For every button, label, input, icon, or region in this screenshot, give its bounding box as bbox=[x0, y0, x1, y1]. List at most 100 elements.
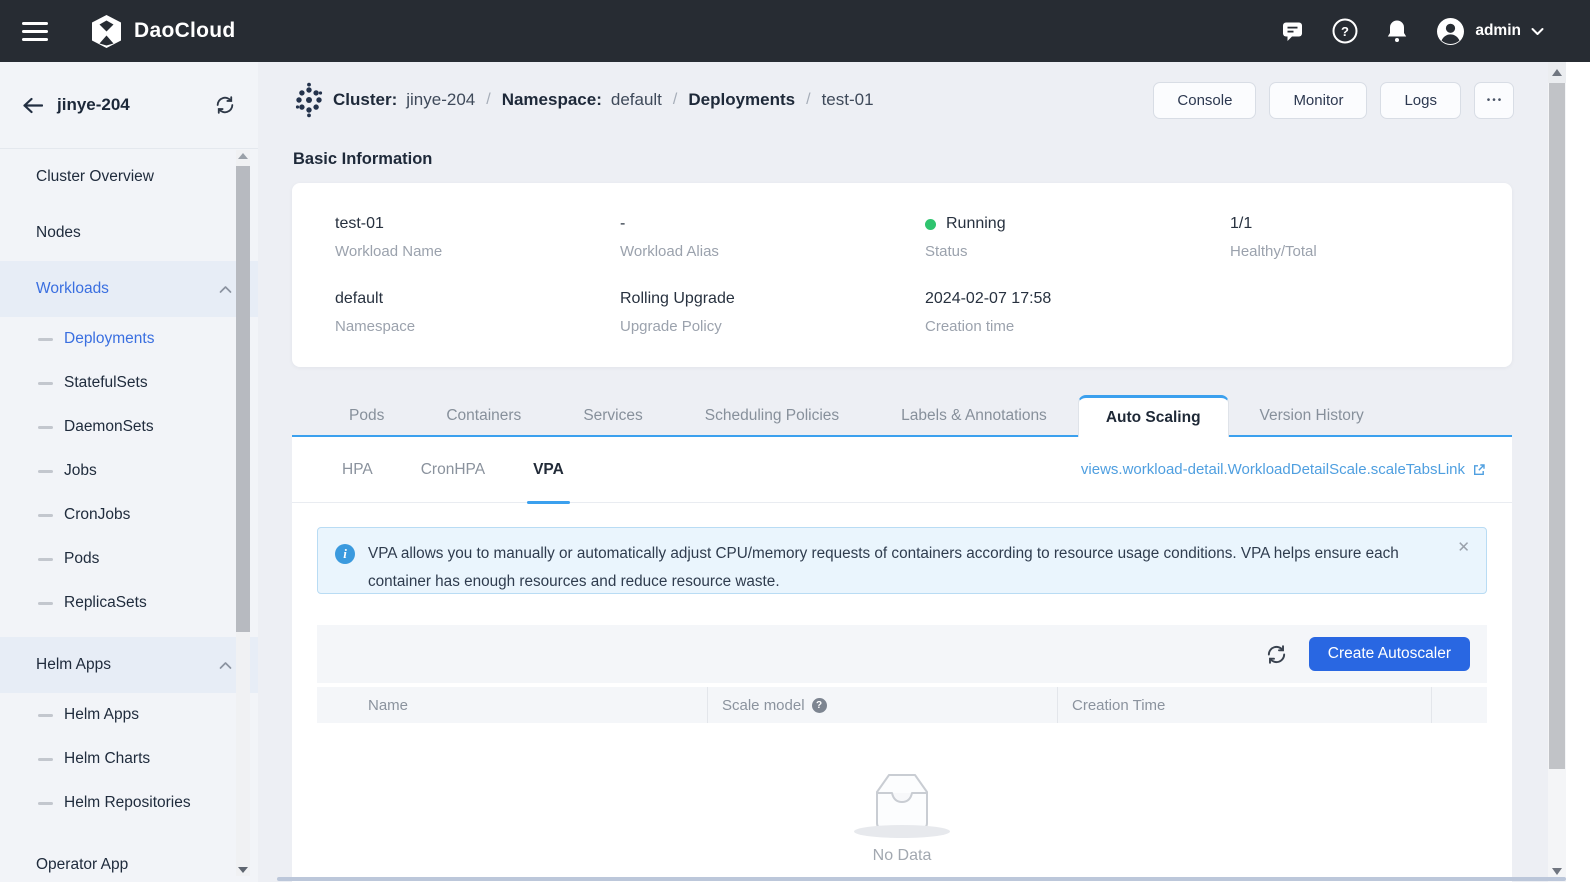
sidebar-item-label: Operator App bbox=[36, 856, 128, 874]
field-label: Status bbox=[925, 243, 1230, 260]
brand-name: DaoCloud bbox=[134, 19, 236, 43]
sidebar-scrollbar[interactable] bbox=[236, 150, 250, 876]
sidebar-item-label: DaemonSets bbox=[64, 418, 154, 436]
breadcrumb-part[interactable]: jinye-204 bbox=[406, 90, 475, 110]
sidebar-item[interactable]: Pods bbox=[0, 537, 258, 581]
basic-info-field: test-01 Workload Name bbox=[335, 214, 620, 289]
field-label: Creation time bbox=[925, 318, 1230, 335]
notifications-bell-icon[interactable] bbox=[1385, 18, 1409, 44]
sidebar-item[interactable]: Workloads bbox=[0, 261, 258, 317]
sidebar-item[interactable]: Jobs bbox=[0, 449, 258, 493]
scroll-up-arrow-icon[interactable] bbox=[1548, 62, 1566, 83]
vpa-info-alert: i VPA allows you to manually or automati… bbox=[317, 527, 1487, 594]
main-vertical-scrollbar[interactable] bbox=[1548, 62, 1566, 882]
empty-state: No Data bbox=[292, 770, 1512, 865]
detail-tab[interactable]: Auto Scaling bbox=[1078, 395, 1229, 437]
basic-info-field: 1/1 Healthy/Total bbox=[1230, 214, 1512, 289]
sidebar-item[interactable]: Helm Apps bbox=[0, 693, 258, 737]
sidebar-item-label: Helm Apps bbox=[64, 706, 139, 724]
info-icon: i bbox=[335, 544, 355, 564]
dash-icon bbox=[38, 558, 53, 561]
field-value: Rolling Upgrade bbox=[620, 289, 925, 309]
breadcrumb-part: / bbox=[673, 91, 677, 109]
main-horizontal-scrollbar[interactable] bbox=[258, 877, 1566, 882]
sidebar-item[interactable]: Helm Repositories bbox=[0, 781, 258, 825]
dash-icon bbox=[38, 758, 53, 761]
switch-cluster-icon[interactable] bbox=[214, 94, 236, 116]
dash-icon bbox=[38, 802, 53, 805]
scale-tabs-link[interactable]: views.workload-detail.WorkloadDetailScal… bbox=[1081, 437, 1486, 502]
basic-info-field: Rolling Upgrade Upgrade Policy bbox=[620, 289, 925, 364]
breadcrumb-part[interactable]: Deployments bbox=[688, 90, 795, 110]
breadcrumb: Cluster: jinye-204 / Namespace: default … bbox=[333, 90, 874, 110]
table-column-header: Name bbox=[317, 687, 708, 723]
breadcrumb-part: test-01 bbox=[822, 90, 874, 110]
main-scrollbar-thumb[interactable] bbox=[1549, 83, 1565, 769]
sidebar-item[interactable]: ReplicaSets bbox=[0, 581, 258, 625]
field-label: Upgrade Policy bbox=[620, 318, 925, 335]
sidebar-item-label: CronJobs bbox=[64, 506, 130, 524]
user-menu[interactable]: admin bbox=[1436, 17, 1544, 46]
sidebar-item[interactable]: Helm Charts bbox=[0, 737, 258, 781]
sidebar-scrollbar-thumb[interactable] bbox=[236, 166, 250, 632]
breadcrumb-part: / bbox=[486, 91, 490, 109]
detail-tabs: Pods Containers Services Scheduling Poli… bbox=[292, 395, 1512, 437]
hamburger-menu-icon[interactable] bbox=[22, 17, 48, 46]
close-icon[interactable]: ✕ bbox=[1457, 540, 1470, 555]
sidebar-menu: Cluster Overview Nodes Workloads bbox=[0, 149, 258, 882]
column-help-icon[interactable] bbox=[812, 698, 827, 713]
table-column-header bbox=[1432, 687, 1487, 723]
sidebar-item[interactable]: Operator App bbox=[0, 837, 258, 882]
basic-info-field bbox=[1230, 289, 1512, 364]
scale-subtab[interactable]: VPA bbox=[533, 437, 564, 502]
sidebar-item[interactable]: Cluster Overview bbox=[0, 149, 258, 205]
detail-tab[interactable]: Containers bbox=[415, 395, 552, 437]
field-label: Workload Alias bbox=[620, 243, 925, 260]
feedback-message-icon[interactable] bbox=[1280, 19, 1305, 43]
basic-info-field: 2024-02-07 17:58 Creation time bbox=[925, 289, 1230, 364]
detail-tab[interactable]: Version History bbox=[1229, 395, 1395, 437]
field-value: Running bbox=[925, 214, 1230, 234]
header-action-button[interactable]: Logs bbox=[1380, 82, 1461, 119]
sidebar-item[interactable]: Nodes bbox=[0, 205, 258, 261]
avatar bbox=[1436, 17, 1465, 46]
sidebar-item[interactable]: Deployments bbox=[0, 317, 258, 361]
sidebar-item[interactable]: Helm Apps bbox=[0, 637, 258, 693]
field-value: 1/1 bbox=[1230, 214, 1512, 234]
scroll-up-arrow-icon[interactable] bbox=[236, 153, 250, 159]
help-icon[interactable]: ? bbox=[1332, 18, 1358, 44]
detail-tab[interactable]: Scheduling Policies bbox=[674, 395, 870, 437]
chevron-up-icon bbox=[219, 285, 232, 294]
sidebar-item[interactable]: DaemonSets bbox=[0, 405, 258, 449]
table-header-row: Name Scale model Creation Time bbox=[317, 687, 1487, 723]
detail-tab[interactable]: Labels & Annotations bbox=[870, 395, 1078, 437]
basic-info-field: - Workload Alias bbox=[620, 214, 925, 289]
back-arrow-icon[interactable] bbox=[22, 97, 43, 114]
breadcrumb-part[interactable]: default bbox=[611, 90, 662, 110]
detail-header: Cluster: jinye-204 / Namespace: default … bbox=[292, 75, 1514, 125]
sidebar-item-label: ReplicaSets bbox=[64, 594, 147, 612]
detail-tab[interactable]: Pods bbox=[318, 395, 415, 437]
cluster-title: jinye-204 bbox=[57, 95, 130, 115]
dash-icon bbox=[38, 602, 53, 605]
field-label: Workload Name bbox=[335, 243, 620, 260]
alert-text: VPA allows you to manually or automatica… bbox=[368, 540, 1430, 593]
horizontal-scrollbar-thumb[interactable] bbox=[277, 877, 1566, 881]
chevron-up-icon bbox=[219, 661, 232, 670]
sidebar-item[interactable]: CronJobs bbox=[0, 493, 258, 537]
scale-subtabs: HPA CronHPA VPA bbox=[342, 437, 564, 502]
create-autoscaler-button[interactable]: Create Autoscaler bbox=[1309, 637, 1470, 671]
scroll-down-arrow-icon[interactable] bbox=[236, 867, 250, 873]
brand[interactable]: DaoCloud bbox=[90, 14, 236, 49]
main-content: Cluster: jinye-204 / Namespace: default … bbox=[258, 62, 1548, 882]
sidebar-item[interactable]: StatefulSets bbox=[0, 361, 258, 405]
scale-subtab[interactable]: HPA bbox=[342, 437, 373, 502]
more-actions-button[interactable]: ••• bbox=[1474, 82, 1514, 119]
refresh-icon[interactable] bbox=[1265, 643, 1288, 666]
header-action-button[interactable]: Monitor bbox=[1269, 82, 1367, 119]
breadcrumb-part: Namespace: bbox=[502, 90, 602, 110]
cluster-icon bbox=[292, 82, 326, 118]
header-action-button[interactable]: Console bbox=[1153, 82, 1256, 119]
detail-tab[interactable]: Services bbox=[552, 395, 673, 437]
scale-subtab[interactable]: CronHPA bbox=[421, 437, 485, 502]
